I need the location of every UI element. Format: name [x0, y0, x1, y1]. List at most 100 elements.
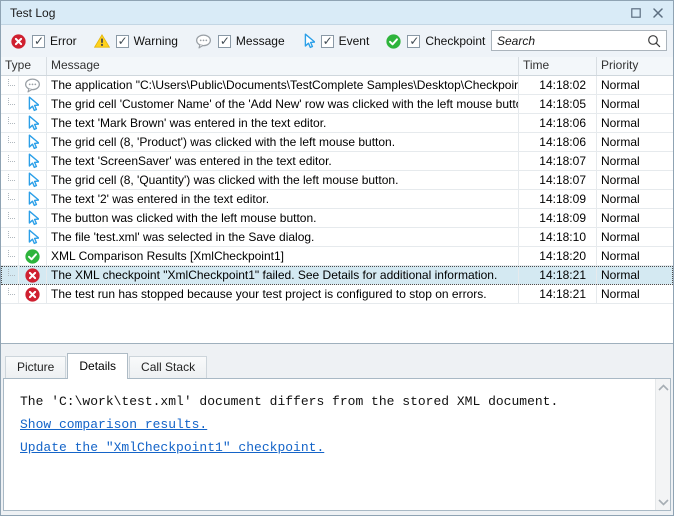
- event-icon: [26, 115, 39, 131]
- cell-priority: Normal: [597, 114, 673, 132]
- tab-details[interactable]: Details: [67, 353, 128, 379]
- tree-connector-icon: [8, 288, 15, 295]
- message-icon: [24, 78, 41, 93]
- cell-priority: Normal: [597, 247, 673, 265]
- error-icon: [11, 34, 26, 49]
- cell-type: [1, 228, 47, 246]
- filter-toolbar: Error Warning Message: [1, 25, 673, 57]
- tree-gutter: [1, 190, 19, 208]
- cell-message: The test run has stopped because your te…: [47, 285, 519, 303]
- chevron-down-icon[interactable]: [656, 494, 670, 510]
- event-icon: [26, 172, 39, 188]
- row-icon-slot: [19, 209, 46, 227]
- cell-time: 14:18:21: [519, 285, 597, 303]
- log-row[interactable]: The button was clicked with the left mou…: [1, 209, 673, 228]
- tree-gutter: [1, 228, 19, 246]
- cell-message: The application "C:\Users\Public\Documen…: [47, 76, 519, 94]
- cell-time: 14:18:09: [519, 209, 597, 227]
- tree-connector-icon: [8, 269, 15, 276]
- error-checkbox[interactable]: [32, 35, 45, 48]
- cell-message: The grid cell (8, 'Quantity') was clicke…: [47, 171, 519, 189]
- cell-message: The grid cell 'Customer Name' of the 'Ad…: [47, 95, 519, 113]
- cell-time: 14:18:20: [519, 247, 597, 265]
- message-checkbox[interactable]: [218, 35, 231, 48]
- tree-connector-icon: [8, 98, 15, 105]
- tab-call-stack[interactable]: Call Stack: [129, 356, 207, 378]
- log-grid: Type Message Time Priority The applicati…: [1, 57, 673, 344]
- titlebar[interactable]: Test Log: [1, 1, 673, 25]
- row-icon-slot: [19, 266, 46, 284]
- splitter[interactable]: [1, 344, 673, 353]
- details-content: The 'C:\work\test.xml' document differs …: [4, 379, 670, 459]
- log-row[interactable]: The application "C:\Users\Public\Documen…: [1, 76, 673, 95]
- tree-connector-icon: [8, 212, 15, 219]
- cell-type: [1, 266, 47, 284]
- column-header-time[interactable]: Time: [519, 57, 597, 75]
- column-header-message[interactable]: Message: [47, 57, 519, 75]
- message-icon: [195, 34, 212, 49]
- log-row[interactable]: The grid cell 'Customer Name' of the 'Ad…: [1, 95, 673, 114]
- details-scrollbar[interactable]: [655, 379, 670, 510]
- search-input[interactable]: [492, 34, 647, 48]
- event-icon: [26, 191, 39, 207]
- maximize-icon: [631, 8, 641, 18]
- close-button[interactable]: [648, 4, 667, 21]
- row-icon-slot: [19, 247, 46, 265]
- cell-time: 14:18:02: [519, 76, 597, 94]
- log-row[interactable]: The grid cell (8, 'Product') was clicked…: [1, 133, 673, 152]
- cell-priority: Normal: [597, 95, 673, 113]
- event-checkbox[interactable]: [321, 35, 334, 48]
- event-icon: [26, 134, 39, 150]
- log-row[interactable]: The text '2' was entered in the text edi…: [1, 190, 673, 209]
- tree-gutter: [1, 133, 19, 151]
- update-checkpoint-link[interactable]: Update the "XmlCheckpoint1" checkpoint.: [20, 440, 324, 455]
- cell-priority: Normal: [597, 285, 673, 303]
- cell-priority: Normal: [597, 190, 673, 208]
- row-icon-slot: [19, 95, 46, 113]
- log-row[interactable]: The text 'Mark Brown' was entered in the…: [1, 114, 673, 133]
- event-filter-label: Event: [339, 34, 370, 48]
- column-header-priority[interactable]: Priority: [597, 57, 673, 75]
- log-row[interactable]: The file 'test.xml' was selected in the …: [1, 228, 673, 247]
- details-message: The 'C:\work\test.xml' document differs …: [20, 390, 644, 413]
- cell-type: [1, 76, 47, 94]
- cell-time: 14:18:10: [519, 228, 597, 246]
- filter-checkpoint: Checkpoint: [386, 34, 485, 49]
- row-icon-slot: [19, 133, 46, 151]
- warning-checkbox[interactable]: [116, 35, 129, 48]
- tree-connector-icon: [8, 79, 15, 86]
- warning-filter-label: Warning: [134, 34, 178, 48]
- log-row[interactable]: The grid cell (8, 'Quantity') was clicke…: [1, 171, 673, 190]
- column-header-type[interactable]: Type: [1, 57, 47, 75]
- cell-type: [1, 209, 47, 227]
- cell-type: [1, 114, 47, 132]
- show-comparison-results-link[interactable]: Show comparison results.: [20, 417, 207, 432]
- row-icon-slot: [19, 190, 46, 208]
- row-icon-slot: [19, 76, 46, 94]
- search-icon: [647, 34, 661, 48]
- cell-priority: Normal: [597, 228, 673, 246]
- cell-time: 14:18:05: [519, 95, 597, 113]
- cell-type: [1, 133, 47, 151]
- log-row[interactable]: The test run has stopped because your te…: [1, 285, 673, 304]
- event-icon: [26, 96, 39, 112]
- row-icon-slot: [19, 171, 46, 189]
- message-filter-label: Message: [236, 34, 285, 48]
- cell-message: The text 'Mark Brown' was entered in the…: [47, 114, 519, 132]
- cell-time: 14:18:07: [519, 171, 597, 189]
- chevron-up-icon[interactable]: [656, 379, 670, 395]
- log-row[interactable]: XML Comparison Results [XmlCheckpoint1] …: [1, 247, 673, 266]
- checkpoint-checkbox[interactable]: [407, 35, 420, 48]
- tab-picture[interactable]: Picture: [5, 356, 66, 378]
- log-row[interactable]: The XML checkpoint "XmlCheckpoint1" fail…: [1, 266, 673, 285]
- cell-message: The XML checkpoint "XmlCheckpoint1" fail…: [47, 266, 519, 284]
- cell-message: The file 'test.xml' was selected in the …: [47, 228, 519, 246]
- event-icon: [26, 153, 39, 169]
- filter-message: Message: [195, 34, 285, 49]
- cell-time: 14:18:09: [519, 190, 597, 208]
- log-row[interactable]: The text 'ScreenSaver' was entered in th…: [1, 152, 673, 171]
- maximize-button[interactable]: [626, 4, 645, 21]
- cell-time: 14:18:07: [519, 152, 597, 170]
- cell-time: 14:18:06: [519, 114, 597, 132]
- cell-message: XML Comparison Results [XmlCheckpoint1]: [47, 247, 519, 265]
